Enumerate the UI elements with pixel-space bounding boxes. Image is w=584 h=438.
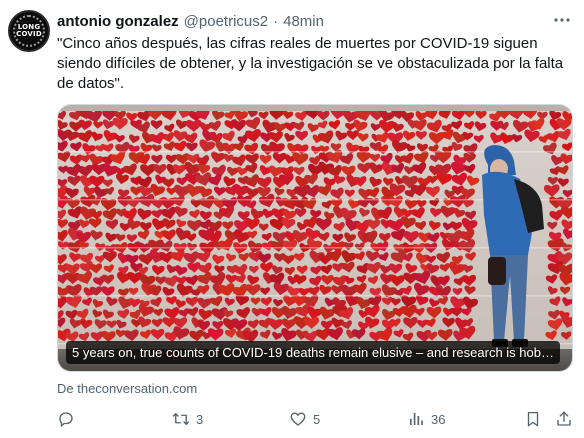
reply-icon: [59, 412, 73, 428]
card-source[interactable]: De theconversation.com: [57, 381, 197, 396]
views-icon: [410, 413, 423, 425]
like-button[interactable]: 5: [289, 406, 320, 432]
views-button[interactable]: 36: [407, 406, 445, 432]
views-count: 36: [431, 411, 446, 427]
heart-icon: [290, 412, 306, 426]
retweet-button[interactable]: 3: [172, 406, 203, 432]
tweet-header: antonio gonzalez @poetricus2 · 48min: [57, 12, 324, 30]
more-options-button[interactable]: [552, 12, 572, 28]
retweet-count: 3: [196, 411, 204, 427]
like-count: 5: [313, 411, 321, 427]
share-icon: [557, 411, 571, 426]
author-handle[interactable]: @poetricus2: [184, 13, 268, 30]
card-image: [58, 105, 572, 371]
timestamp[interactable]: 48min: [283, 13, 324, 30]
avatar-text-bottom: COVID: [16, 30, 42, 38]
tweet-text: "Cinco años después, las cifras reales d…: [57, 35, 564, 92]
bookmark-button[interactable]: [524, 406, 542, 432]
card-title[interactable]: 5 years on, true counts of COVID-19 deat…: [66, 341, 560, 364]
link-card[interactable]: 5 years on, true counts of COVID-19 deat…: [57, 104, 573, 372]
share-button[interactable]: [555, 406, 573, 432]
more-dots-icon: [554, 18, 570, 22]
reply-button[interactable]: [57, 406, 81, 432]
separator: ·: [273, 12, 279, 30]
bookmark-icon: [527, 411, 539, 427]
avatar[interactable]: LONG COVID: [8, 10, 50, 52]
retweet-icon: [172, 413, 190, 425]
action-bar: 3 5 36: [57, 406, 573, 432]
author-name[interactable]: antonio gonzalez: [57, 13, 179, 30]
